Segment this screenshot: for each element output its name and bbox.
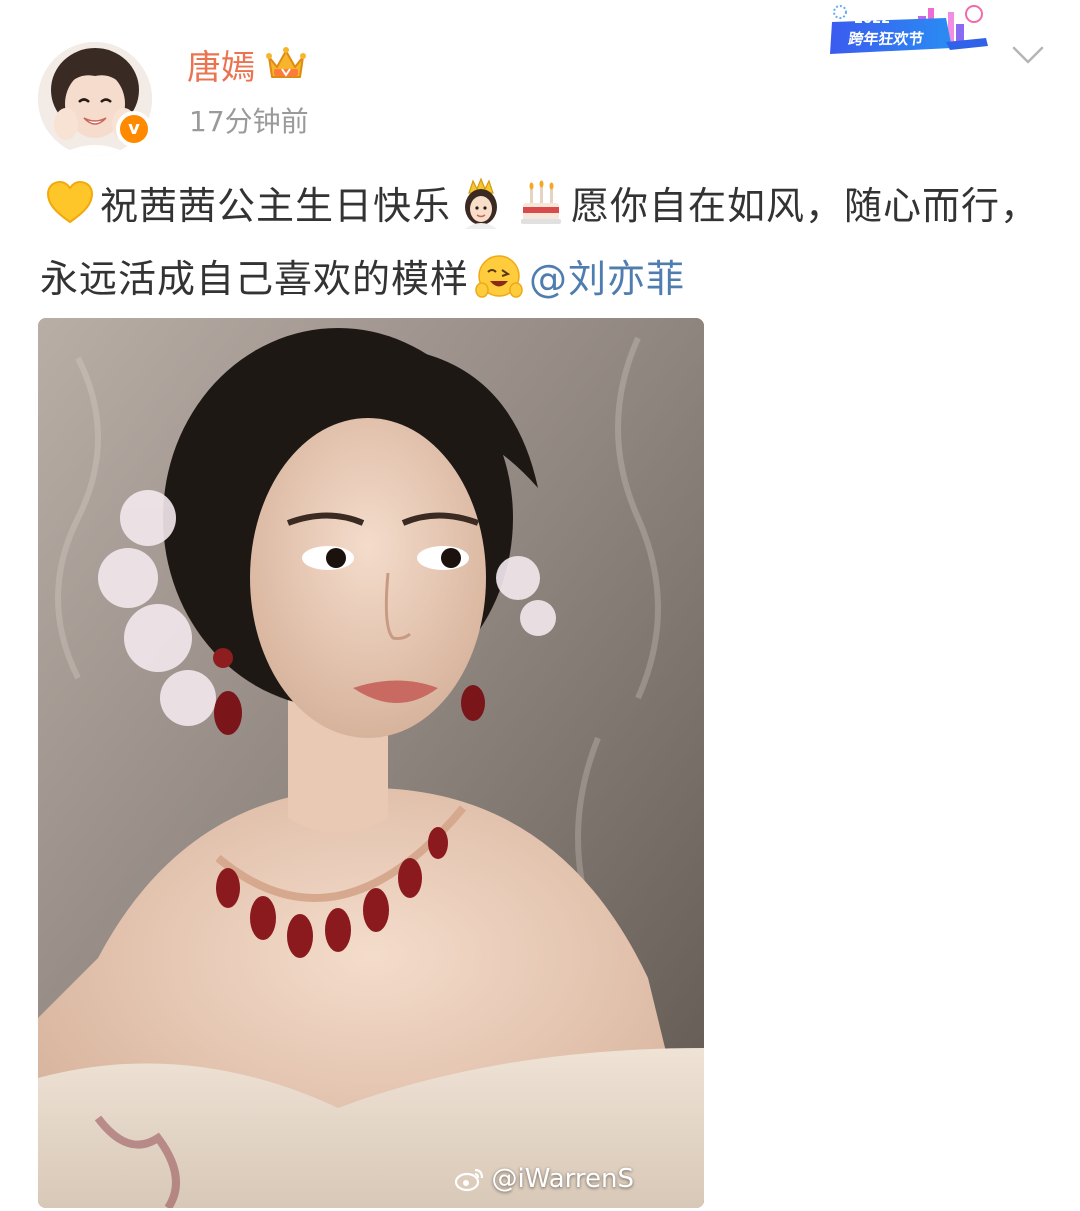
author-name[interactable]: 唐嫣 bbox=[187, 40, 255, 89]
post-timestamp: 17分钟前 bbox=[189, 105, 309, 138]
event-banner-year: 2022 bbox=[854, 12, 891, 27]
author-avatar[interactable]: v bbox=[38, 42, 152, 156]
author-name-row: 唐嫣 bbox=[187, 38, 307, 90]
event-banner-label: 跨年狂欢节 bbox=[847, 30, 925, 48]
winking-face-icon bbox=[475, 255, 523, 298]
weibo-logo-icon bbox=[455, 1168, 484, 1192]
mention-link[interactable]: @刘亦菲 bbox=[529, 257, 685, 301]
gold-crown-icon[interactable] bbox=[265, 45, 307, 83]
weibo-post: v 唐嫣 17分钟前 2022 跨年狂欢节 祝茜茜公主生日快乐 愿你自在如风，随… bbox=[0, 0, 1080, 1211]
photo-watermark: @iWarrenS bbox=[455, 1164, 634, 1194]
yellow-heart-icon bbox=[46, 180, 94, 224]
new-year-event-banner[interactable]: 2022 跨年狂欢节 bbox=[826, 2, 990, 60]
post-photo[interactable]: @iWarrenS bbox=[38, 318, 704, 1208]
post-text-part1: 祝茜茜公主生日快乐 bbox=[100, 184, 452, 228]
princess-emoji-icon bbox=[465, 177, 498, 229]
chevron-down-icon[interactable] bbox=[1008, 40, 1048, 70]
birthday-cake-icon bbox=[521, 180, 562, 224]
watermark-text: @iWarrenS bbox=[491, 1164, 634, 1194]
post-body-text: 祝茜茜公主生日快乐 愿你自在如风，随心而行，永远活成自己喜欢的模样 @刘亦菲 bbox=[40, 170, 1050, 316]
verified-badge-icon: v bbox=[116, 111, 152, 147]
